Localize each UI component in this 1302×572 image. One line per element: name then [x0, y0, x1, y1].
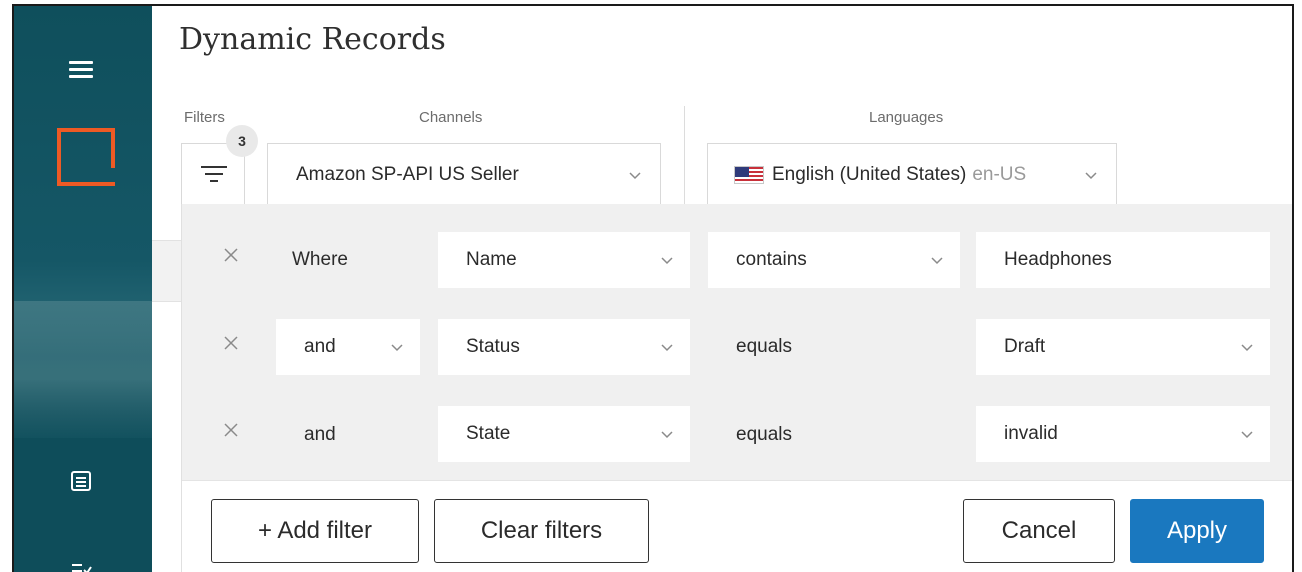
chevron-down-icon — [661, 344, 673, 352]
filter-field-select[interactable]: Status — [438, 319, 690, 375]
language-code: en-US — [972, 164, 1027, 185]
filter-field-value: Name — [466, 249, 517, 270]
filter-panel-footer: + Add filter Clear filters Cancel Apply — [182, 480, 1292, 572]
filter-value-text: Draft — [1004, 336, 1046, 357]
filters-label: Filters — [184, 109, 225, 126]
add-filter-button[interactable]: + Add filter — [211, 499, 419, 563]
filter-conjunction: Where — [292, 249, 348, 270]
chevron-down-icon — [1241, 431, 1253, 439]
cancel-button[interactable]: Cancel — [963, 499, 1115, 563]
clear-filters-button[interactable]: Clear filters — [434, 499, 649, 563]
filter-field-value: Status — [466, 336, 520, 357]
chevron-down-icon — [629, 172, 641, 180]
logo-icon[interactable] — [57, 128, 115, 186]
filter-conjunction-select[interactable]: and — [276, 319, 420, 375]
filter-value-text: Headphones — [1004, 249, 1112, 270]
filter-count-badge: 3 — [226, 125, 258, 157]
sidebar-bottom — [14, 438, 152, 572]
hamburger-icon[interactable] — [69, 61, 93, 79]
filter-value-text: invalid — [1004, 423, 1058, 444]
sidebar-background-image — [14, 301, 152, 441]
us-flag-icon — [734, 166, 764, 184]
filter-value-select[interactable]: Draft — [976, 319, 1270, 375]
sidebar — [14, 6, 152, 572]
filter-field-value: State — [466, 423, 511, 444]
chevron-down-icon — [661, 431, 673, 439]
language-select[interactable]: English (United States) en-US — [707, 143, 1117, 207]
filter-operator: equals — [736, 336, 792, 357]
chevron-down-icon — [1085, 172, 1097, 180]
filter-field-select[interactable]: Name — [438, 232, 690, 288]
chevron-down-icon — [391, 344, 403, 352]
page-title: Dynamic Records — [179, 22, 446, 57]
channel-value: Amazon SP-API US Seller — [296, 164, 519, 185]
filter-operator-value: contains — [736, 249, 807, 270]
filter-conjunction: and — [304, 424, 336, 445]
chevron-down-icon — [931, 257, 943, 265]
filter-icon — [200, 166, 228, 186]
remove-filter-icon[interactable] — [222, 421, 240, 439]
languages-label: Languages — [869, 109, 944, 126]
records-icon[interactable] — [69, 469, 93, 493]
filter-operator-select[interactable]: contains — [708, 232, 960, 288]
remove-filter-icon[interactable] — [222, 334, 240, 352]
filter-value-select[interactable]: invalid — [976, 406, 1270, 462]
app-frame: Dynamic Records Filters Channels Languag… — [12, 4, 1294, 572]
filter-value-input[interactable]: Headphones — [976, 232, 1270, 288]
language-value: English (United States) — [772, 164, 967, 185]
apply-button[interactable]: Apply — [1130, 499, 1264, 563]
filter-conjunction-value: and — [304, 336, 336, 357]
chevron-down-icon — [1241, 344, 1253, 352]
remove-filter-icon[interactable] — [222, 246, 240, 264]
chevron-down-icon — [661, 257, 673, 265]
channel-select[interactable]: Amazon SP-API US Seller — [267, 143, 661, 207]
filter-panel: Where Name contains Headphones and Statu… — [181, 204, 1292, 572]
tasks-icon[interactable] — [69, 558, 93, 572]
filter-operator: equals — [736, 424, 792, 445]
filter-field-select[interactable]: State — [438, 406, 690, 462]
channels-label: Channels — [419, 109, 483, 126]
toolbar-divider — [684, 106, 685, 206]
